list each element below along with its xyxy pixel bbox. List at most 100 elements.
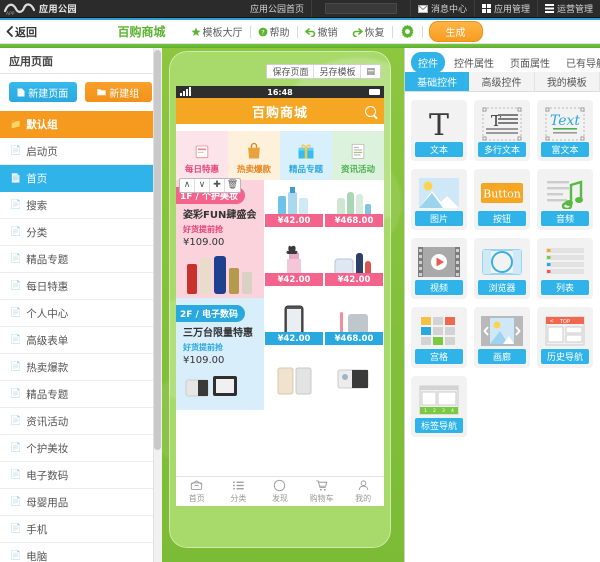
widget-tab-nav[interactable]: 1 2 3 4 标签导航 [411, 376, 467, 437]
quicknav-item-1[interactable]: 热卖爆款 [228, 131, 280, 180]
star-icon [191, 27, 200, 36]
widget-browser[interactable]: 浏览器 [474, 238, 530, 299]
phone-tab-4[interactable]: 我的 [342, 477, 384, 506]
undo-button[interactable]: 撤销 [298, 24, 345, 39]
settings-button[interactable] [393, 25, 422, 38]
quicknav-item-2[interactable]: 精品专题 [280, 131, 332, 180]
sidebar-item-0[interactable]: 📁 默认组 [0, 111, 161, 138]
sidebar-item-label: 精品专题 [26, 388, 69, 401]
panel-tab-2[interactable]: 页面属性 [503, 52, 557, 73]
sidebar-item-12[interactable]: 📄 个护美妆 [0, 435, 161, 462]
widget-list-widget[interactable]: 列表 [537, 238, 593, 299]
sidebar-item-label: 母婴用品 [26, 496, 69, 509]
phone-tab-1[interactable]: 分类 [218, 477, 260, 506]
product-image [265, 355, 323, 401]
nav-messages[interactable]: 消息中心 [409, 0, 474, 17]
product-cell[interactable]: ¥42.00 [264, 239, 324, 287]
widget-label: 图片 [415, 211, 463, 226]
search-icon[interactable] [365, 105, 376, 117]
panel-tab-3[interactable]: 已有导航 [559, 52, 600, 73]
product-cell[interactable]: ¥42.00 [324, 239, 384, 287]
search-input[interactable] [324, 3, 397, 14]
phone-tab-2[interactable]: 发现 [259, 477, 301, 506]
sidebar-item-5[interactable]: 📄 精品专题 [0, 246, 161, 273]
widget-video[interactable]: 视频 [411, 238, 467, 299]
panel-subtab-2[interactable]: 我的模板 [534, 72, 600, 91]
sidebar-item-13[interactable]: 📄 电子数码 [0, 462, 161, 489]
redo-label: 恢复 [364, 28, 385, 39]
floor-banner-1[interactable]: 2F / 电子数码 三万台限量特惠 好货提前抢 ¥109.00 [176, 298, 264, 410]
sidebar-scroll-thumb[interactable] [154, 50, 161, 450]
back-label: 返回 [15, 25, 37, 39]
panel-subtabs: 基础控件 高级控件 我的模板 [405, 72, 600, 92]
sidebar-item-6[interactable]: 📄 每日特惠 [0, 273, 161, 300]
sidebar-item-7[interactable]: 📄 个人中心 [0, 300, 161, 327]
delete-icon[interactable]: 🗑 [225, 179, 240, 192]
generate-button[interactable]: 生成 [428, 21, 483, 42]
panel-subtab-0[interactable]: 基础控件 [405, 72, 470, 91]
sidebar-item-9[interactable]: 📄 热卖爆款 [0, 354, 161, 381]
widget-button[interactable]: Button 按钮 [474, 169, 530, 230]
sidebar-item-11[interactable]: 📄 资讯活动 [0, 408, 161, 435]
sidebar-item-16[interactable]: 📄 电脑 [0, 543, 161, 562]
new-page-button[interactable]: 新建页面 [9, 82, 77, 102]
save-as-template-button[interactable]: 另存模板 [314, 65, 362, 78]
nav-app-manage[interactable]: 应用管理 [473, 0, 537, 17]
panel-subtab-1[interactable]: 高级控件 [469, 72, 535, 91]
sidebar-item-15[interactable]: 📄 手机 [0, 516, 161, 543]
quicknav-item-0[interactable]: 每日特惠 [176, 131, 228, 180]
site-logo[interactable]: APP 应用公园 [0, 2, 77, 15]
phone-tab-0[interactable]: 首页 [176, 477, 218, 506]
panel-tab-1[interactable]: 控件属性 [447, 52, 501, 73]
floor-banner-0[interactable]: 1F / 个护美妆 姿彩FUN肆盛会 好货提前抢 ¥109.00 [176, 180, 264, 298]
user-icon [357, 479, 370, 492]
sidebar-item-8[interactable]: 📄 高级表单 [0, 327, 161, 354]
save-page-button[interactable]: 保存页面 [267, 65, 315, 78]
help-button[interactable]: ? 帮助 [251, 24, 297, 39]
widget-audio[interactable]: 音频 [537, 169, 593, 230]
editor-canvas: 保存页面 另存模板 ▤ 16:48 百购商城 每日特惠 热卖爆款 精品专题 资讯… [162, 48, 404, 562]
widget-history-nav[interactable]: TOP < 历史导航 [537, 307, 593, 368]
new-group-button[interactable]: 新建组 [84, 82, 152, 102]
product-cell[interactable]: ¥468.00 [324, 298, 384, 346]
sidebar-item-4[interactable]: 📄 分类 [0, 219, 161, 246]
sidebar-item-1[interactable]: 📄 启动页 [0, 138, 161, 165]
undo-label: 撤销 [317, 28, 338, 39]
page-icon: 📄 [10, 362, 22, 372]
template-hall-button[interactable]: 模板大厅 [184, 24, 250, 39]
product-cell[interactable]: ¥42.00 [264, 298, 324, 346]
page-icon: 📄 [10, 281, 22, 291]
widget-gallery[interactable]: 画廊 [474, 307, 530, 368]
widget-text[interactable]: T 文本 [411, 100, 467, 161]
widget-label: 浏览器 [478, 280, 526, 295]
phone-tab-3[interactable]: 购物车 [301, 477, 343, 506]
nav-search-box[interactable] [310, 0, 410, 17]
sidebar-item-2[interactable]: 📄 首页 [0, 165, 161, 192]
add-icon[interactable]: ✚ [210, 179, 225, 192]
quicknav-item-3[interactable]: 资讯活动 [332, 131, 384, 180]
product-cell[interactable] [324, 354, 384, 402]
nav-home[interactable]: 应用公园首页 [243, 0, 311, 17]
widget-label: 多行文本 [478, 142, 526, 157]
product-cell[interactable]: ¥468.00 [324, 180, 384, 228]
redo-button[interactable]: 恢复 [345, 24, 392, 39]
back-button[interactable]: 返回 [0, 24, 37, 40]
widget-image[interactable]: 图片 [411, 169, 467, 230]
sidebar-item-14[interactable]: 📄 母婴用品 [0, 489, 161, 516]
page-icon: 📄 [10, 173, 22, 184]
nav-ops-manage[interactable]: 运营管理 [536, 0, 600, 17]
product-cell[interactable]: ¥42.00 [264, 180, 324, 228]
move-down-icon[interactable]: ∨ [195, 179, 210, 192]
product-cell[interactable] [264, 354, 324, 402]
sidebar-scrollbar[interactable] [153, 48, 162, 562]
widget-rich-text[interactable]: Text 富文本 [537, 100, 593, 161]
widget-float-toolbar[interactable]: ∧ ∨ ✚ 🗑 [179, 178, 241, 193]
widget-multiline-text[interactable]: T 多行文本 [474, 100, 530, 161]
widget-grid-widget[interactable]: 宫格 [411, 307, 467, 368]
move-up-icon[interactable]: ∧ [180, 179, 195, 192]
sidebar-item-3[interactable]: 📄 搜索 [0, 192, 161, 219]
svg-text:T: T [429, 108, 449, 141]
panel-tab-0[interactable]: 控件 [411, 51, 445, 73]
sidebar-item-10[interactable]: 📄 精品专题 [0, 381, 161, 408]
preview-icon-button[interactable]: ▤ [361, 65, 380, 78]
